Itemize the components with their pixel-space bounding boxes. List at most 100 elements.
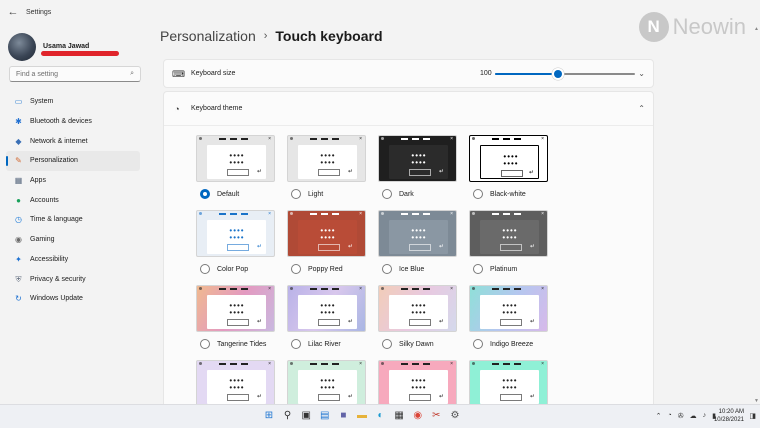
theme-preview[interactable]: × •••• •••• ↵ xyxy=(196,285,275,332)
theme-preview[interactable]: × •••• •••• ↵ xyxy=(287,210,366,257)
search-input[interactable]: Find a setting ⌕ xyxy=(9,66,141,82)
theme-radio[interactable] xyxy=(382,264,392,274)
snip-icon[interactable]: ✂ xyxy=(429,409,443,423)
theme-option-light[interactable]: × •••• •••• ↵ Light xyxy=(287,135,366,210)
theme-label-row[interactable]: Lilac River xyxy=(287,338,366,350)
clock[interactable]: 10:20 AM 10/28/2021 xyxy=(714,408,744,424)
theme-preview[interactable]: × •••• •••• ↵ xyxy=(287,360,366,405)
search-icon[interactable]: ⚲ xyxy=(281,409,295,423)
theme-preview[interactable]: × •••• •••• ↵ xyxy=(196,210,275,257)
theme-preview[interactable]: × •••• •••• ↵ xyxy=(287,135,366,182)
theme-preview[interactable]: × •••• •••• ↵ xyxy=(469,210,548,257)
theme-label-row[interactable]: Ice Blue xyxy=(378,263,457,275)
sidebar-item-time-and-language[interactable]: ◷ Time & language xyxy=(6,210,140,230)
theme-option-color-pop[interactable]: × •••• •••• ↵ Color Pop xyxy=(196,210,275,285)
theme-label-row[interactable]: Default xyxy=(196,188,275,200)
sidebar-item-gaming[interactable]: ◉ Gaming xyxy=(6,230,140,250)
keyboard-handle xyxy=(492,138,524,140)
theme-label-row[interactable]: Color Pop xyxy=(196,263,275,275)
theme-radio[interactable] xyxy=(382,189,392,199)
theme-option[interactable]: × •••• •••• ↵ xyxy=(196,360,275,405)
theme-preview[interactable]: × •••• •••• ↵ xyxy=(378,360,457,405)
start-icon[interactable]: ⊞ xyxy=(262,409,276,423)
notification-icon[interactable]: ◨ xyxy=(749,412,756,420)
keyboard-theme-header[interactable]: ◔ Keyboard theme ⌃ xyxy=(164,92,653,126)
file-explorer-icon[interactable]: ▬ xyxy=(355,409,369,423)
sidebar-item-accounts[interactable]: ● Accounts xyxy=(6,190,140,210)
theme-label-row[interactable]: Poppy Red xyxy=(287,263,366,275)
chat-icon[interactable]: ■ xyxy=(336,409,350,423)
theme-option[interactable]: × •••• •••• ↵ xyxy=(287,360,366,405)
theme-label-row[interactable]: Silky Dawn xyxy=(378,338,457,350)
theme-radio[interactable] xyxy=(473,339,483,349)
theme-option-silky-dawn[interactable]: × •••• •••• ↵ Silky Dawn xyxy=(378,285,457,360)
theme-radio[interactable] xyxy=(291,189,301,199)
theme-preview[interactable]: × •••• •••• ↵ xyxy=(378,135,457,182)
sidebar-item-accessibility[interactable]: ✦ Accessibility xyxy=(6,250,140,270)
theme-option-dark[interactable]: × •••• •••• ↵ Dark xyxy=(378,135,457,210)
chrome-icon[interactable]: ◉ xyxy=(411,409,425,423)
theme-option-tangerine-tides[interactable]: × •••• •••• ↵ Tangerine Tides xyxy=(196,285,275,360)
keyboard-size-slider[interactable] xyxy=(495,70,635,78)
show-hidden-icons-chevron-icon[interactable]: ⌃ xyxy=(656,412,662,420)
theme-label-row[interactable]: Light xyxy=(287,188,366,200)
chevron-up-icon[interactable]: ⌃ xyxy=(638,104,645,113)
theme-radio[interactable] xyxy=(291,264,301,274)
theme-label-row[interactable]: Dark xyxy=(378,188,457,200)
sidebar-item-personalization[interactable]: ✎ Personalization xyxy=(6,151,140,171)
theme-preview[interactable]: × •••• •••• ↵ xyxy=(469,285,548,332)
theme-radio[interactable] xyxy=(200,189,210,199)
theme-option[interactable]: × •••• •••• ↵ xyxy=(378,360,457,405)
theme-label-row[interactable]: Black-white xyxy=(469,188,548,200)
onedrive-sync-icon[interactable]: ◔ xyxy=(668,412,672,420)
user-profile[interactable]: Usama Jawad xyxy=(0,24,150,64)
theme-radio[interactable] xyxy=(473,189,483,199)
settings-icon[interactable]: ⚙ xyxy=(448,409,462,423)
sidebar-item-system[interactable]: ▭ System xyxy=(6,92,140,112)
slider-thumb[interactable] xyxy=(554,70,562,78)
theme-radio[interactable] xyxy=(473,264,483,274)
theme-option-lilac-river[interactable]: × •••• •••• ↵ Lilac River xyxy=(287,285,366,360)
back-arrow-icon[interactable]: ← xyxy=(0,6,26,18)
theme-option-ice-blue[interactable]: × •••• •••• ↵ Ice Blue xyxy=(378,210,457,285)
cloud-icon[interactable]: ☁ xyxy=(690,412,697,420)
theme-option[interactable]: × •••• •••• ↵ xyxy=(469,360,548,405)
sidebar-item-apps[interactable]: ▦ Apps xyxy=(6,171,140,191)
sidebar-item-windows-update[interactable]: ↻ Windows Update xyxy=(6,289,140,309)
scroll-up-icon[interactable]: ▲ xyxy=(754,26,759,32)
theme-preview[interactable]: × •••• •••• ↵ xyxy=(378,285,457,332)
theme-radio[interactable] xyxy=(200,339,210,349)
theme-option-black-white[interactable]: × •••• •••• ↵ Black-white xyxy=(469,135,548,210)
sidebar-item-bluetooth-and-devices[interactable]: ✱ Bluetooth & devices xyxy=(6,112,140,132)
theme-label-row[interactable]: Tangerine Tides xyxy=(196,338,275,350)
keyboard-size-card[interactable]: ⌨ Keyboard size 100 ⌄ xyxy=(163,59,654,88)
theme-preview[interactable]: × •••• •••• ↵ xyxy=(287,285,366,332)
task-view-icon[interactable]: ▣ xyxy=(299,409,313,423)
theme-label-row[interactable]: Indigo Breeze xyxy=(469,338,548,350)
network-icon[interactable]: ✇ xyxy=(678,412,684,420)
sidebar-item-privacy-and-security[interactable]: ⛨ Privacy & security xyxy=(6,269,140,289)
theme-radio[interactable] xyxy=(382,339,392,349)
theme-preview[interactable]: × •••• •••• ↵ xyxy=(378,210,457,257)
theme-preview[interactable]: × •••• •••• ↵ xyxy=(469,360,548,405)
theme-option-poppy-red[interactable]: × •••• •••• ↵ Poppy Red xyxy=(287,210,366,285)
spacebar xyxy=(409,319,431,326)
store-icon[interactable]: ▦ xyxy=(392,409,406,423)
edge-icon[interactable]: ◐ xyxy=(374,409,388,423)
theme-option-indigo-breeze[interactable]: × •••• •••• ↵ Indigo Breeze xyxy=(469,285,548,360)
volume-icon[interactable]: ♪ xyxy=(703,412,707,420)
breadcrumb-parent[interactable]: Personalization xyxy=(160,28,256,44)
theme-preview[interactable]: × •••• •••• ↵ xyxy=(196,135,275,182)
theme-preview[interactable]: × •••• •••• ↵ xyxy=(196,360,275,405)
sidebar-item-network-and-internet[interactable]: ◆ Network & internet xyxy=(6,131,140,151)
theme-preview[interactable]: × •••• •••• ↵ xyxy=(469,135,548,182)
theme-option-default[interactable]: × •••• •••• ↵ Default xyxy=(196,135,275,210)
theme-label-row[interactable]: Platinum xyxy=(469,263,548,275)
scrollbar[interactable]: ▲ ▼ xyxy=(754,26,759,404)
theme-radio[interactable] xyxy=(291,339,301,349)
theme-name: Black-white xyxy=(490,190,526,198)
chevron-down-icon[interactable]: ⌄ xyxy=(638,69,645,78)
theme-radio[interactable] xyxy=(200,264,210,274)
theme-option-platinum[interactable]: × •••• •••• ↵ Platinum xyxy=(469,210,548,285)
widgets-icon[interactable]: ▤ xyxy=(318,409,332,423)
